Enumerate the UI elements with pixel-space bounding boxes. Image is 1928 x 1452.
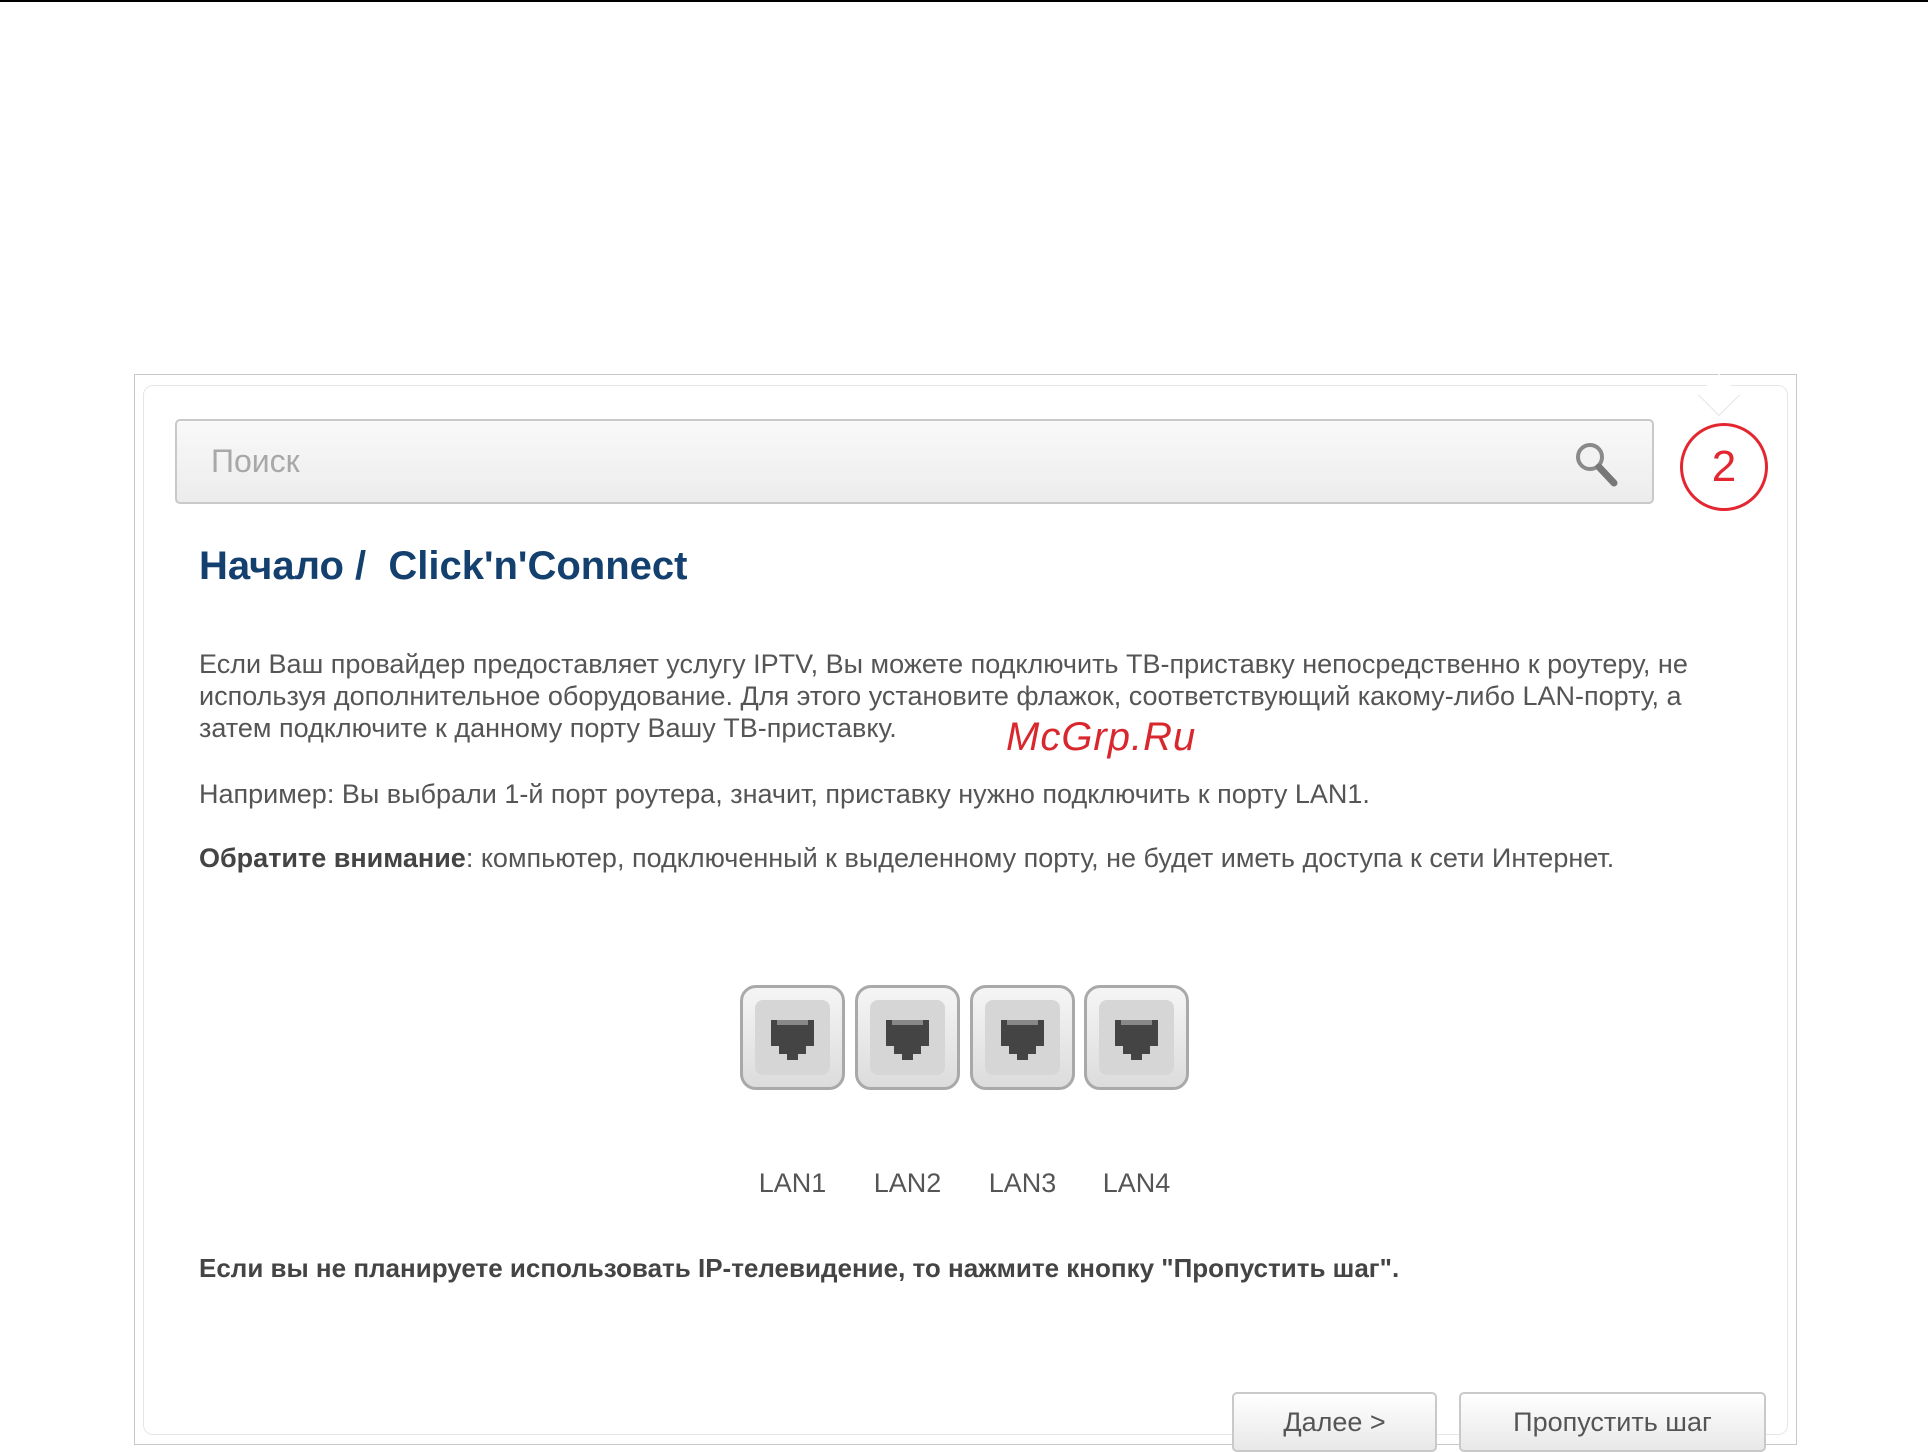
attention-paragraph: Обратите внимание: компьютер, подключенн… xyxy=(199,842,1739,874)
wizard-frame: 2 Начало / Click'n'Connect Если Ваш пров… xyxy=(134,373,1797,1452)
search-input[interactable] xyxy=(177,421,1652,502)
skip-step-button[interactable]: Пропустить шаг xyxy=(1459,1392,1766,1452)
attention-text: : компьютер, подключенный к выделенному … xyxy=(465,843,1615,873)
ethernet-port-icon xyxy=(985,1000,1060,1075)
lan2-port[interactable] xyxy=(855,985,960,1090)
search-box[interactable] xyxy=(175,419,1654,504)
lan4-port[interactable] xyxy=(1084,985,1189,1090)
top-rule xyxy=(0,0,1928,2)
skip-note: Если вы не планируете использовать IP-те… xyxy=(199,1253,1400,1283)
lan4-label: LAN4 xyxy=(1102,1168,1171,1198)
attention-label: Обратите внимание xyxy=(199,843,466,873)
ethernet-port-icon xyxy=(755,1000,830,1075)
step-number-badge: 2 xyxy=(1680,423,1768,511)
next-button[interactable]: Далее > xyxy=(1232,1392,1437,1452)
lan1-label: LAN1 xyxy=(758,1168,827,1198)
watermark-text: McGrp.Ru xyxy=(1006,715,1197,759)
lan2-label: LAN2 xyxy=(873,1168,942,1198)
example-paragraph: Например: Вы выбрали 1-й порт роутера, з… xyxy=(199,779,1370,809)
wizard-panel: 2 Начало / Click'n'Connect Если Ваш пров… xyxy=(143,373,1788,1452)
lan1-port[interactable] xyxy=(740,985,845,1090)
lan3-port[interactable] xyxy=(970,985,1075,1090)
intro-paragraph: Если Ваш провайдер предоставляет услугу … xyxy=(199,649,1688,743)
ethernet-port-icon xyxy=(1099,1000,1174,1075)
page-title: Начало / Click'n'Connect xyxy=(199,544,688,588)
panel-notch xyxy=(1697,373,1741,417)
ethernet-port-icon xyxy=(870,1000,945,1075)
search-icon[interactable] xyxy=(1572,439,1620,489)
lan3-label: LAN3 xyxy=(988,1168,1057,1198)
